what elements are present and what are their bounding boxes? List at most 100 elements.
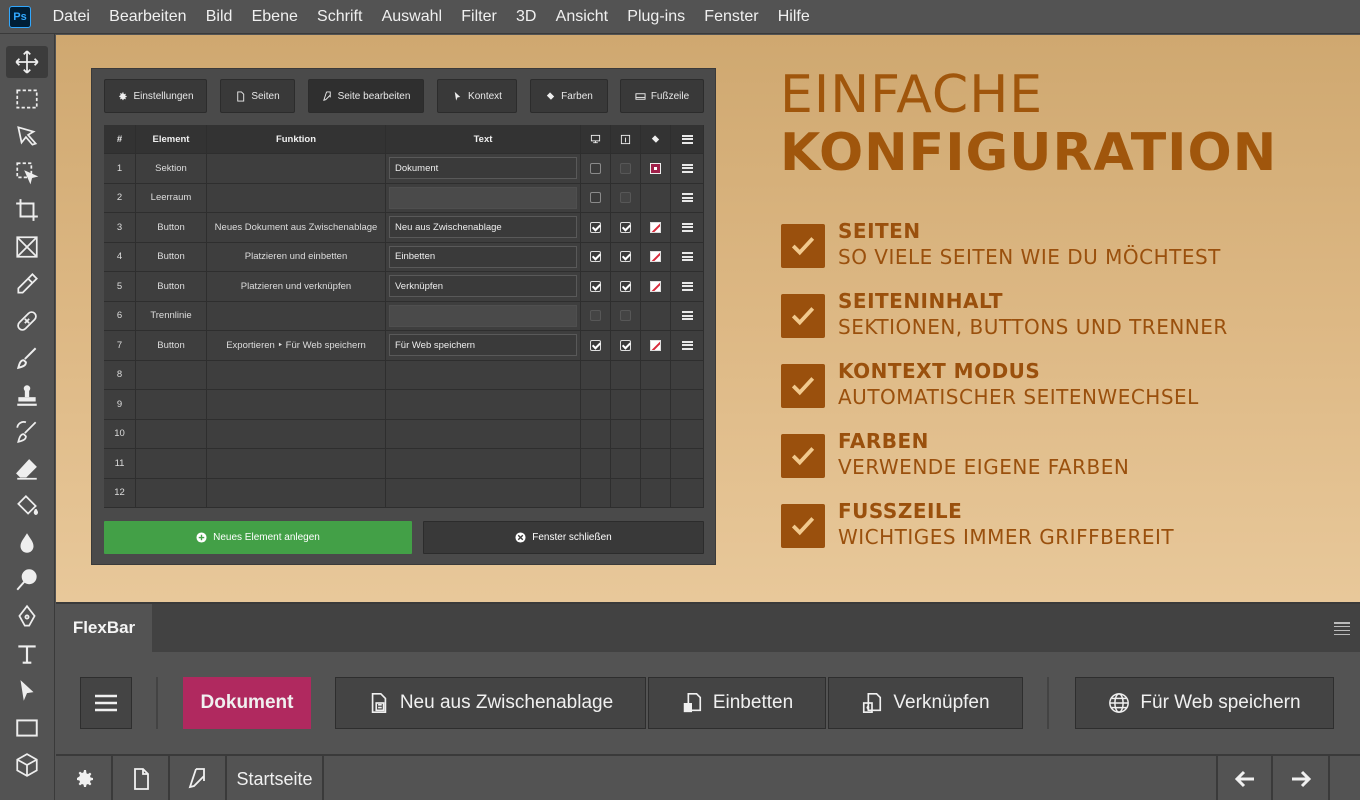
crop-tool[interactable] <box>6 194 48 226</box>
dodge-tool[interactable] <box>6 564 48 596</box>
previous-page-button[interactable] <box>1216 756 1273 800</box>
frame-tool[interactable] <box>6 231 48 263</box>
blur-tool[interactable] <box>6 527 48 559</box>
row-menu-icon[interactable] <box>681 222 693 232</box>
row-menu-icon[interactable] <box>681 163 693 173</box>
save-for-web-button[interactable]: Für Web speichern <box>1075 677 1334 729</box>
eyedropper-tool[interactable] <box>6 268 48 300</box>
row-menu-icon[interactable] <box>681 281 693 291</box>
menu-ebene[interactable]: Ebene <box>242 8 307 26</box>
tab-fusszeile[interactable]: Fußzeile <box>620 79 704 113</box>
add-element-button[interactable]: Neues Element anlegen <box>104 521 412 554</box>
object-select-tool[interactable] <box>6 157 48 189</box>
paint-bucket-tool[interactable] <box>6 490 48 522</box>
element-type-cell[interactable]: Button <box>136 213 207 243</box>
checkbox[interactable] <box>590 339 601 351</box>
element-type-cell[interactable]: Leerraum <box>136 183 207 213</box>
marquee-tool[interactable] <box>6 83 48 115</box>
cursor-icon <box>454 91 461 101</box>
settings-button[interactable] <box>56 756 113 800</box>
row-menu-icon[interactable] <box>681 311 693 321</box>
menu-schrift[interactable]: Schrift <box>307 8 372 26</box>
menu-bild[interactable]: Bild <box>196 8 242 26</box>
element-type-cell[interactable]: Button <box>136 272 207 302</box>
menu-plug-ins[interactable]: Plug-ins <box>618 8 695 26</box>
menu-fenster[interactable]: Fenster <box>695 8 768 26</box>
flexbar-tab[interactable]: FlexBar <box>56 604 152 652</box>
text-input[interactable]: Verknüpfen <box>389 275 577 298</box>
close-window-button[interactable]: Fenster schließen <box>423 521 704 554</box>
tab-seite-bearbeiten[interactable]: Seite bearbeiten <box>308 79 424 113</box>
pages-button[interactable] <box>113 756 170 800</box>
path-select-tool[interactable] <box>6 675 48 707</box>
stamp-tool[interactable] <box>6 379 48 411</box>
move-tool[interactable] <box>6 46 48 78</box>
link-button[interactable]: Verknüpfen <box>828 677 1023 729</box>
checkbox[interactable] <box>590 221 601 233</box>
pen-tool[interactable] <box>6 601 48 633</box>
function-cell[interactable] <box>207 154 386 184</box>
checkbox[interactable] <box>620 221 631 233</box>
rectangle-tool[interactable] <box>6 712 48 744</box>
function-cell[interactable]: Exportieren ‣ Für Web speichern <box>207 331 386 361</box>
text-input[interactable] <box>389 304 577 327</box>
function-cell[interactable]: Platzieren und einbetten <box>207 242 386 272</box>
checkbox[interactable] <box>590 192 601 204</box>
no-color-swatch[interactable] <box>650 280 661 292</box>
text-input[interactable]: Dokument <box>389 157 577 180</box>
new-from-clipboard-button[interactable]: Neu aus Zwischenablage <box>335 677 646 729</box>
element-type-cell[interactable]: Trennlinie <box>136 301 207 331</box>
color-swatch[interactable] <box>650 162 661 174</box>
photoshop-logo[interactable]: Ps <box>9 5 31 28</box>
flexbar-menu-button[interactable] <box>80 677 132 729</box>
text-input[interactable] <box>389 186 577 209</box>
3d-tool[interactable] <box>6 749 48 781</box>
lasso-tool[interactable] <box>6 120 48 152</box>
menu-filter[interactable]: Filter <box>452 8 507 26</box>
element-type-cell[interactable]: Button <box>136 331 207 361</box>
checkbox[interactable] <box>620 251 631 263</box>
embed-button[interactable]: Einbetten <box>648 677 826 729</box>
object-select-tool-icon <box>16 162 39 185</box>
text-input[interactable]: Für Web speichern <box>389 334 577 357</box>
checkbox[interactable] <box>590 162 601 174</box>
function-cell[interactable]: Platzieren und verknüpfen <box>207 272 386 302</box>
button-label: Für Web speichern <box>1140 692 1301 713</box>
menu-ansicht[interactable]: Ansicht <box>546 8 618 26</box>
element-type-cell[interactable]: Sektion <box>136 154 207 184</box>
element-type-cell[interactable]: Button <box>136 242 207 272</box>
function-cell[interactable] <box>207 301 386 331</box>
healing-brush-tool[interactable] <box>6 305 48 337</box>
menu-auswahl[interactable]: Auswahl <box>372 8 452 26</box>
type-tool[interactable] <box>6 638 48 670</box>
edit-page-button[interactable] <box>170 756 227 800</box>
menu-datei[interactable]: Datei <box>43 8 100 26</box>
function-cell[interactable]: Neues Dokument aus Zwischenablage <box>207 213 386 243</box>
no-color-swatch[interactable] <box>650 221 661 233</box>
menu-bearbeiten[interactable]: Bearbeiten <box>100 8 197 26</box>
text-input[interactable]: Neu aus Zwischenablage <box>389 216 577 239</box>
checkbox[interactable] <box>620 339 631 351</box>
tab-seiten[interactable]: Seiten <box>220 79 295 113</box>
panel-menu-icon[interactable] <box>1334 622 1350 636</box>
checkbox[interactable] <box>590 280 601 292</box>
row-menu-icon[interactable] <box>681 193 693 203</box>
eraser-tool[interactable] <box>6 453 48 485</box>
menu-3d[interactable]: 3D <box>506 8 546 26</box>
tab-einstellungen[interactable]: Einstellungen <box>104 79 207 113</box>
row-number: 12 <box>104 478 136 508</box>
history-brush-tool[interactable] <box>6 416 48 448</box>
row-menu-icon[interactable] <box>681 340 693 350</box>
brush-tool[interactable] <box>6 342 48 374</box>
checkbox[interactable] <box>590 251 601 263</box>
no-color-swatch[interactable] <box>650 339 661 351</box>
function-cell[interactable] <box>207 183 386 213</box>
tab-kontext[interactable]: Kontext <box>437 79 517 113</box>
no-color-swatch[interactable] <box>650 251 661 263</box>
tab-farben[interactable]: Farben <box>530 79 608 113</box>
text-input[interactable]: Einbetten <box>389 245 577 268</box>
row-menu-icon[interactable] <box>681 252 693 262</box>
menu-hilfe[interactable]: Hilfe <box>768 8 819 26</box>
checkbox[interactable] <box>620 280 631 292</box>
next-page-button[interactable] <box>1273 756 1330 800</box>
